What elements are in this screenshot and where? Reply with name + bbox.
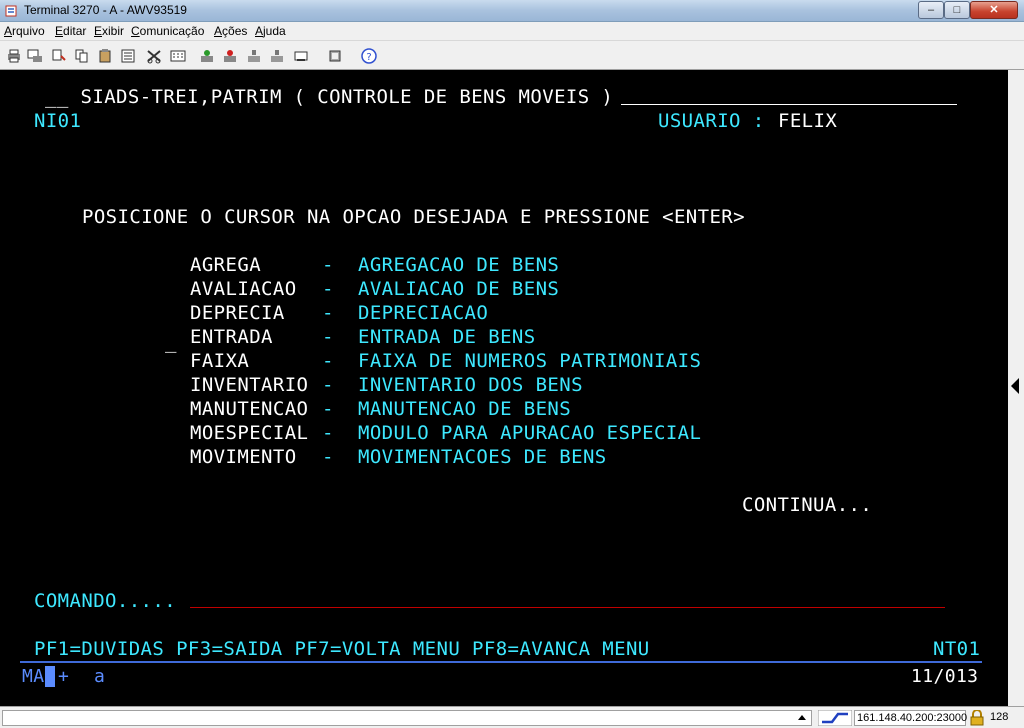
user-label: USUARIO : bbox=[658, 110, 765, 132]
stop-icon[interactable] bbox=[246, 48, 262, 64]
lock-icon bbox=[970, 710, 984, 726]
macro-icon[interactable] bbox=[120, 48, 136, 64]
oia-mode: MA bbox=[22, 666, 45, 687]
side-panel bbox=[1008, 70, 1024, 706]
receive-icon[interactable] bbox=[293, 48, 309, 64]
connect-icon[interactable] bbox=[199, 48, 215, 64]
option-code[interactable]: ENTRADA bbox=[190, 326, 273, 348]
command-input[interactable] bbox=[190, 607, 945, 608]
option-sep: - bbox=[322, 278, 334, 300]
option-sep: - bbox=[322, 302, 334, 324]
help-icon[interactable]: ? bbox=[361, 48, 377, 64]
oia-cursor-block bbox=[45, 666, 55, 687]
connection-status-icon bbox=[818, 710, 852, 726]
screen-id: NI01 bbox=[34, 110, 82, 132]
maximize-button[interactable]: □ bbox=[944, 1, 970, 19]
host-address: 161.148.40.200:23000 bbox=[857, 712, 968, 724]
continua-text: CONTINUA... bbox=[742, 494, 873, 516]
option-desc: MANUTENCAO DE BENS bbox=[358, 398, 572, 420]
option-code[interactable]: MOESPECIAL bbox=[190, 422, 308, 444]
expand-arrow-icon[interactable] bbox=[1011, 378, 1019, 394]
option-code[interactable]: AVALIACAO bbox=[190, 278, 297, 300]
option-desc: ENTRADA DE BENS bbox=[358, 326, 536, 348]
option-desc: INVENTARIO DOS BENS bbox=[358, 374, 583, 396]
oia-plus: + bbox=[58, 666, 70, 687]
menu-bar: Arquivo Editar Exibir Comunicação Ações … bbox=[0, 22, 1024, 41]
option-sep: - bbox=[322, 398, 334, 420]
triangle-up-icon[interactable] bbox=[797, 713, 807, 721]
paste-icon[interactable] bbox=[74, 48, 90, 64]
option-sep: - bbox=[322, 350, 334, 372]
cursor-position: 11/013 bbox=[911, 666, 979, 687]
status-message-field bbox=[2, 710, 812, 726]
header-underline bbox=[621, 104, 957, 105]
option-sep: - bbox=[322, 446, 334, 468]
menu-comunicacao[interactable]: Comunicação bbox=[131, 24, 204, 38]
keypad-icon[interactable] bbox=[146, 48, 162, 64]
option-code[interactable]: MANUTENCAO bbox=[190, 398, 308, 420]
toolbar: ? bbox=[0, 41, 1024, 70]
send-icon[interactable] bbox=[269, 48, 285, 64]
option-desc: MOVIMENTACOES DE BENS bbox=[358, 446, 607, 468]
oia-separator bbox=[20, 661, 982, 663]
option-desc: DEPRECIACAO bbox=[358, 302, 489, 324]
settings-icon[interactable] bbox=[327, 48, 343, 64]
option-desc: MODULO PARA APURACAO ESPECIAL bbox=[358, 422, 702, 444]
menu-acoes[interactable]: Ações bbox=[214, 24, 247, 38]
user-value: FELIX bbox=[778, 110, 838, 132]
java-app-icon bbox=[5, 5, 17, 17]
menu-ajuda[interactable]: Ajuda bbox=[255, 24, 286, 38]
option-code[interactable]: DEPRECIA bbox=[190, 302, 285, 324]
option-sep: - bbox=[322, 422, 334, 444]
menu-arquivo[interactable]: Arquivo bbox=[4, 24, 45, 38]
input-cursor[interactable]: _ bbox=[165, 331, 177, 353]
copy-icon[interactable] bbox=[51, 48, 67, 64]
minimize-button[interactable]: – bbox=[918, 1, 944, 19]
cut-icon[interactable] bbox=[97, 48, 113, 64]
disconnect-icon[interactable] bbox=[222, 48, 238, 64]
option-desc: FAIXA DE NUMEROS PATRIMONIAIS bbox=[358, 350, 702, 372]
window-title: Terminal 3270 - A - AWV93519 bbox=[24, 3, 187, 17]
option-code[interactable]: AGREGA bbox=[190, 254, 261, 276]
svg-text:?: ? bbox=[366, 52, 371, 63]
option-sep: - bbox=[322, 326, 334, 348]
option-sep: - bbox=[322, 374, 334, 396]
option-code[interactable]: MOVIMENTO bbox=[190, 446, 297, 468]
option-desc: AVALIACAO DE BENS bbox=[358, 278, 560, 300]
menu-editar[interactable]: Editar bbox=[55, 24, 86, 38]
close-button[interactable]: ✕ bbox=[970, 1, 1018, 19]
option-desc: AGREGACAO DE BENS bbox=[358, 254, 560, 276]
screen-header: __ SIADS-TREI,PATRIM ( CONTROLE DE BENS … bbox=[45, 86, 614, 108]
option-code[interactable]: INVENTARIO bbox=[190, 374, 308, 396]
menu-exibir[interactable]: Exibir bbox=[94, 24, 124, 38]
instruction-text: POSICIONE O CURSOR NA OPCAO DESEJADA E P… bbox=[82, 206, 745, 228]
oia-a: a bbox=[94, 666, 106, 687]
title-bar[interactable]: Terminal 3270 - A - AWV93519 – □ ✕ bbox=[0, 0, 1024, 22]
print-screen-icon[interactable] bbox=[27, 48, 43, 64]
print-icon[interactable] bbox=[6, 48, 22, 64]
option-sep: - bbox=[322, 254, 334, 276]
option-code[interactable]: FAIXA bbox=[190, 350, 249, 372]
pf-screen-id: NT01 bbox=[933, 638, 981, 660]
status-bar: 161.148.40.200:23000 128 bbox=[0, 706, 1024, 728]
command-label: COMANDO..... bbox=[34, 590, 177, 612]
pf-keys-legend: PF1=DUVIDAS PF3=SAIDA PF7=VOLTA MENU PF8… bbox=[34, 638, 650, 660]
transfer-icon[interactable] bbox=[170, 48, 186, 64]
encryption-bits: 128 bbox=[990, 711, 1009, 723]
